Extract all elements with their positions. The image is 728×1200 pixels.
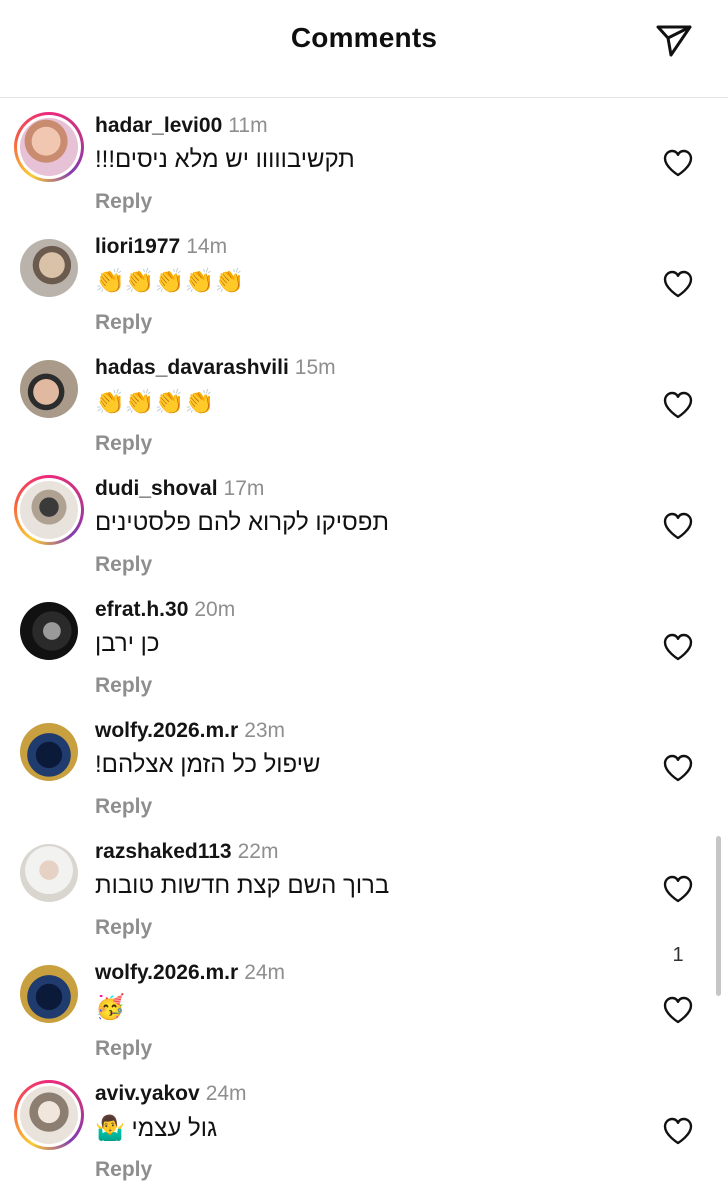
comment-timestamp: 22m bbox=[237, 840, 279, 863]
comment-item: wolfy.2026.m.r 23m שיפול כל הזמן אצלהם! R… bbox=[0, 703, 728, 824]
heart-outline-icon bbox=[663, 270, 693, 298]
comment-text: תקשיבווווו יש מלא ניסים!!! bbox=[95, 146, 355, 173]
comment-item: aviv.yakov 24m גול עצמי 🤷‍♂️ Reply bbox=[0, 1066, 728, 1187]
reply-button[interactable]: Reply bbox=[95, 795, 152, 819]
profile-photo bbox=[20, 723, 78, 781]
like-button[interactable] bbox=[660, 751, 696, 785]
reply-button[interactable]: Reply bbox=[95, 1037, 152, 1061]
comment-username[interactable]: wolfy.2026.m.r bbox=[95, 719, 238, 742]
comment-timestamp: 24m bbox=[244, 961, 286, 984]
heart-outline-icon bbox=[663, 149, 693, 177]
like-button[interactable] bbox=[660, 630, 696, 664]
profile-photo bbox=[20, 239, 78, 297]
profile-photo bbox=[20, 360, 78, 418]
comments-header: Comments bbox=[0, 0, 728, 98]
profile-photo bbox=[20, 965, 78, 1023]
profile-photo bbox=[20, 1086, 78, 1144]
comment-text: תפסיקו לקרוא להם פלסטינים bbox=[95, 509, 389, 536]
like-button[interactable] bbox=[660, 993, 696, 1027]
like-button[interactable] bbox=[660, 146, 696, 180]
avatar[interactable] bbox=[14, 959, 84, 1029]
comment-timestamp: 24m bbox=[205, 1082, 247, 1105]
heart-outline-icon bbox=[663, 996, 693, 1024]
like-button[interactable] bbox=[660, 872, 696, 906]
avatar[interactable] bbox=[14, 233, 84, 303]
comment-text: גול עצמי 🤷‍♂️ bbox=[95, 1115, 218, 1142]
comment-username[interactable]: efrat.h.30 bbox=[95, 598, 188, 621]
comment-username[interactable]: hadas_davarashvili bbox=[95, 356, 289, 379]
comment-username[interactable]: wolfy.2026.m.r bbox=[95, 961, 238, 984]
comment-item: hadas_davarashvili 15m 👏👏👏👏 Reply bbox=[0, 340, 728, 461]
heart-outline-icon bbox=[663, 1117, 693, 1145]
comment-text: שיפול כל הזמן אצלהם! bbox=[95, 751, 321, 778]
avatar[interactable] bbox=[14, 112, 84, 182]
like-button[interactable] bbox=[660, 388, 696, 422]
reply-button[interactable]: Reply bbox=[95, 553, 152, 577]
reply-button[interactable]: Reply bbox=[95, 1158, 152, 1182]
comment-item: hadar_levi00 11m תקשיבווווו יש מלא ניסים!… bbox=[0, 98, 728, 219]
heart-outline-icon bbox=[663, 875, 693, 903]
heart-outline-icon bbox=[663, 512, 693, 540]
avatar[interactable] bbox=[14, 354, 84, 424]
heart-outline-icon bbox=[663, 391, 693, 419]
comment-text: 👏👏👏👏👏 bbox=[95, 268, 245, 295]
profile-photo bbox=[20, 844, 78, 902]
comment-item: dudi_shoval 17m תפסיקו לקרוא להם פלסטינים… bbox=[0, 461, 728, 582]
comment-timestamp: 17m bbox=[223, 477, 265, 500]
heart-outline-icon bbox=[663, 633, 693, 661]
comment-text: 👏👏👏👏 bbox=[95, 389, 215, 416]
comments-sheet: Comments hadar_levi00 11m תקשיבווווו יש מ… bbox=[0, 0, 728, 1200]
paper-plane-icon bbox=[656, 25, 692, 57]
like-button[interactable] bbox=[660, 1114, 696, 1148]
comment-timestamp: 14m bbox=[186, 235, 228, 258]
comment-item: efrat.h.30 20m כן ירבן Reply bbox=[0, 582, 728, 703]
comment-timestamp: 23m bbox=[244, 719, 286, 742]
comment-item: liori1977 14m 👏👏👏👏👏 Reply bbox=[0, 219, 728, 340]
page-title: Comments bbox=[290, 22, 438, 53]
avatar[interactable] bbox=[14, 717, 84, 787]
like-button[interactable] bbox=[660, 267, 696, 301]
reply-button[interactable]: Reply bbox=[95, 674, 152, 698]
avatar[interactable] bbox=[14, 475, 84, 545]
like-button[interactable] bbox=[660, 509, 696, 543]
comment-text: כן ירבן bbox=[95, 630, 160, 657]
avatar[interactable] bbox=[14, 1080, 84, 1150]
profile-photo bbox=[20, 602, 78, 660]
reply-button[interactable]: Reply bbox=[95, 432, 152, 456]
comment-text: 🥳 bbox=[95, 994, 125, 1021]
avatar[interactable] bbox=[14, 596, 84, 666]
reply-button[interactable]: Reply bbox=[95, 916, 152, 940]
comment-text: ברוך השם קצת חדשות טובות bbox=[95, 872, 390, 899]
comment-item: razshaked113 22m ברוך השם קצת חדשות טובות… bbox=[0, 824, 728, 966]
avatar[interactable] bbox=[14, 838, 84, 908]
profile-photo bbox=[20, 118, 78, 176]
comment-username[interactable]: dudi_shoval bbox=[95, 477, 218, 500]
heart-outline-icon bbox=[663, 754, 693, 782]
comment-username[interactable]: razshaked113 bbox=[95, 840, 232, 863]
share-button[interactable] bbox=[652, 18, 696, 62]
reply-button[interactable]: Reply bbox=[95, 311, 152, 335]
comment-timestamp: 15m bbox=[294, 356, 336, 379]
comment-timestamp: 20m bbox=[194, 598, 236, 621]
comment-username[interactable]: hadar_levi00 bbox=[95, 114, 222, 137]
profile-photo bbox=[20, 481, 78, 539]
comment-timestamp: 11m bbox=[228, 114, 268, 137]
scrollbar[interactable] bbox=[716, 836, 721, 996]
reply-button[interactable]: Reply bbox=[95, 190, 152, 214]
comment-item: wolfy.2026.m.r 24m 🥳 Reply bbox=[0, 945, 728, 1066]
comment-username[interactable]: liori1977 bbox=[95, 235, 180, 258]
comment-username[interactable]: aviv.yakov bbox=[95, 1082, 200, 1105]
